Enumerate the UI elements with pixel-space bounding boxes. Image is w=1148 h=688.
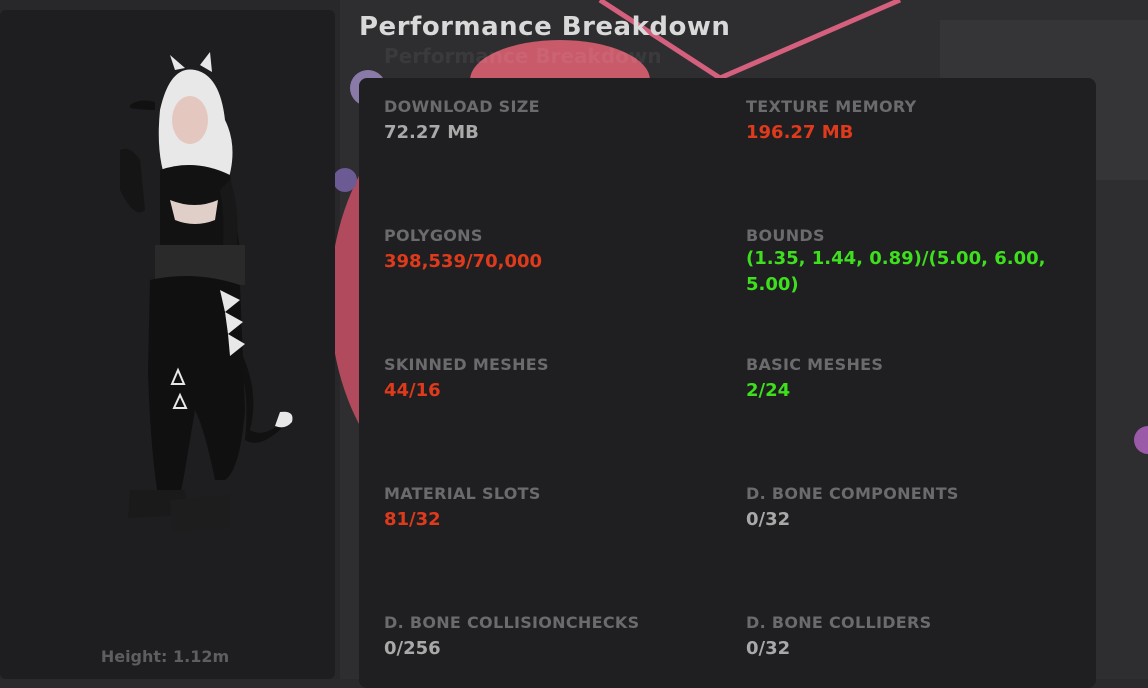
stat-label: D. BONE COLLISIONCHECKS — [384, 613, 640, 632]
stat-value: 0/32 — [746, 638, 791, 659]
stat-value: 44/16 — [384, 380, 441, 401]
stat-label: MATERIAL SLOTS — [384, 484, 541, 503]
stat-value: 0/32 — [746, 509, 791, 530]
stat-label: TEXTURE MEMORY — [746, 97, 917, 116]
stat-label: DOWNLOAD SIZE — [384, 97, 540, 116]
stat-label: BASIC MESHES — [746, 355, 884, 374]
stat-material-slots: MATERIAL SLOTS 81/32 — [384, 484, 704, 533]
stat-label: D. BONE COMPONENTS — [746, 484, 959, 503]
stat-value: 2/24 — [746, 380, 791, 401]
avatar-image — [120, 52, 293, 532]
stat-value: (1.35, 1.44, 0.89)/(5.00, 6.00, 5.00) — [746, 248, 1046, 295]
stat-basic-meshes: BASIC MESHES 2/24 — [746, 355, 1066, 404]
stat-value: 398,539/70,000 — [384, 251, 543, 272]
stat-dbone-colliders: D. BONE COLLIDERS 0/32 — [746, 613, 1066, 662]
stat-texture-memory: TEXTURE MEMORY 196.27 MB — [746, 97, 1066, 146]
stat-label: POLYGONS — [384, 226, 483, 245]
stat-value: 72.27 MB — [384, 122, 479, 143]
stat-polygons: POLYGONS 398,539/70,000 — [384, 226, 704, 275]
stat-value: 81/32 — [384, 509, 441, 530]
avatar-height-label: Height: 1.12m — [100, 647, 230, 666]
stat-download-size: DOWNLOAD SIZE 72.27 MB — [384, 97, 704, 146]
stat-value: 0/256 — [384, 638, 441, 659]
stats-panel: DOWNLOAD SIZE 72.27 MB TEXTURE MEMORY 19… — [359, 78, 1096, 688]
stat-label: D. BONE COLLIDERS — [746, 613, 932, 632]
stat-bounds: BOUNDS (1.35, 1.44, 0.89)/(5.00, 6.00, 5… — [746, 226, 1066, 298]
stat-dbone-collisionchecks: D. BONE COLLISIONCHECKS 0/256 — [384, 613, 704, 662]
stat-value: 196.27 MB — [746, 122, 854, 143]
stat-dbone-components: D. BONE COMPONENTS 0/32 — [746, 484, 1066, 533]
avatar-preview-panel: Height: 1.12m — [0, 10, 335, 679]
stat-label: BOUNDS — [746, 226, 825, 245]
page-title: Performance Breakdown — [359, 12, 731, 42]
stat-label: SKINNED MESHES — [384, 355, 549, 374]
stat-skinned-meshes: SKINNED MESHES 44/16 — [384, 355, 704, 404]
ghost-title: Performance Breakdown — [384, 44, 662, 68]
